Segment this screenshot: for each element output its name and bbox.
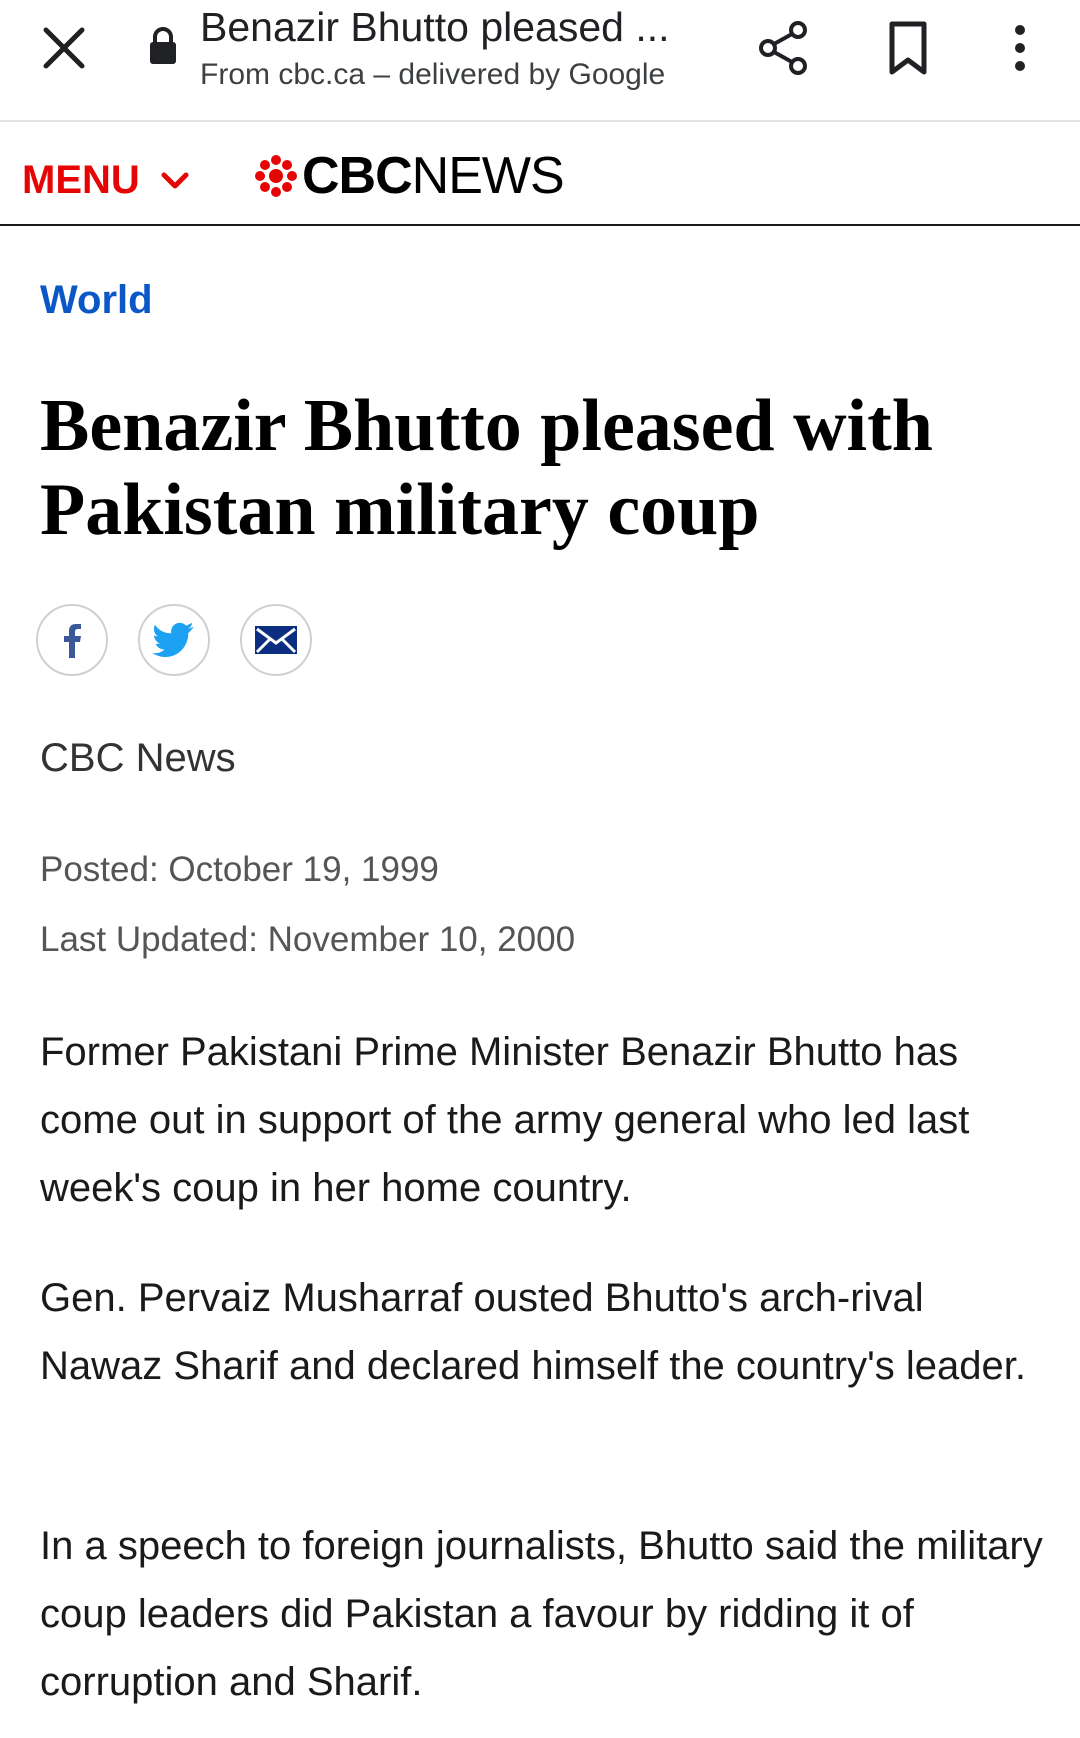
email-icon xyxy=(255,626,297,654)
viewer-source: From cbc.ca – delivered by Google xyxy=(200,58,666,91)
facebook-share-button[interactable] xyxy=(36,604,108,676)
viewer-page-title: Benazir Bhutto pleased ... xyxy=(200,4,670,50)
updated-date: Last Updated: November 10, 2000 xyxy=(40,920,576,959)
email-share-button[interactable] xyxy=(240,604,312,676)
amp-viewer-bar: Benazir Bhutto pleased ... From cbc.ca –… xyxy=(0,0,1080,122)
site-header: MENU CBC NEWS xyxy=(0,122,1080,226)
logo-cbc-text: CBC xyxy=(302,147,413,205)
article-paragraph: Gen. Pervaiz Musharraf ousted Bhutto's a… xyxy=(40,1276,1026,1388)
byline: CBC News xyxy=(40,736,236,780)
social-share-bar xyxy=(36,604,342,676)
share-icon xyxy=(759,21,807,75)
bookmark-button[interactable] xyxy=(880,16,936,80)
more-options-button[interactable] xyxy=(1000,16,1040,80)
twitter-icon xyxy=(152,622,194,658)
cbc-news-logo[interactable]: CBC NEWS xyxy=(254,146,565,206)
menu-label: MENU xyxy=(22,158,140,202)
article-paragraph: Former Pakistani Prime Minister Benazir … xyxy=(40,1030,970,1210)
section-link-world[interactable]: World xyxy=(40,278,153,323)
article-paragraph: In a speech to foreign journalists, Bhut… xyxy=(40,1524,1043,1704)
posted-date: Posted: October 19, 1999 xyxy=(40,850,439,889)
lock-icon xyxy=(148,26,178,66)
bookmark-icon xyxy=(889,21,927,75)
twitter-share-button[interactable] xyxy=(138,604,210,676)
share-button[interactable] xyxy=(752,16,816,80)
cbc-gem-icon xyxy=(255,155,297,197)
logo-news-text: NEWS xyxy=(411,147,565,205)
facebook-icon xyxy=(64,624,81,658)
close-icon xyxy=(43,27,85,69)
article-headline: Benazir Bhutto pleased with Pakistan mil… xyxy=(40,385,933,551)
chevron-down-icon xyxy=(161,172,189,188)
close-button[interactable] xyxy=(36,20,92,76)
more-vert-icon xyxy=(1015,25,1025,71)
menu-button[interactable]: MENU xyxy=(22,158,190,203)
